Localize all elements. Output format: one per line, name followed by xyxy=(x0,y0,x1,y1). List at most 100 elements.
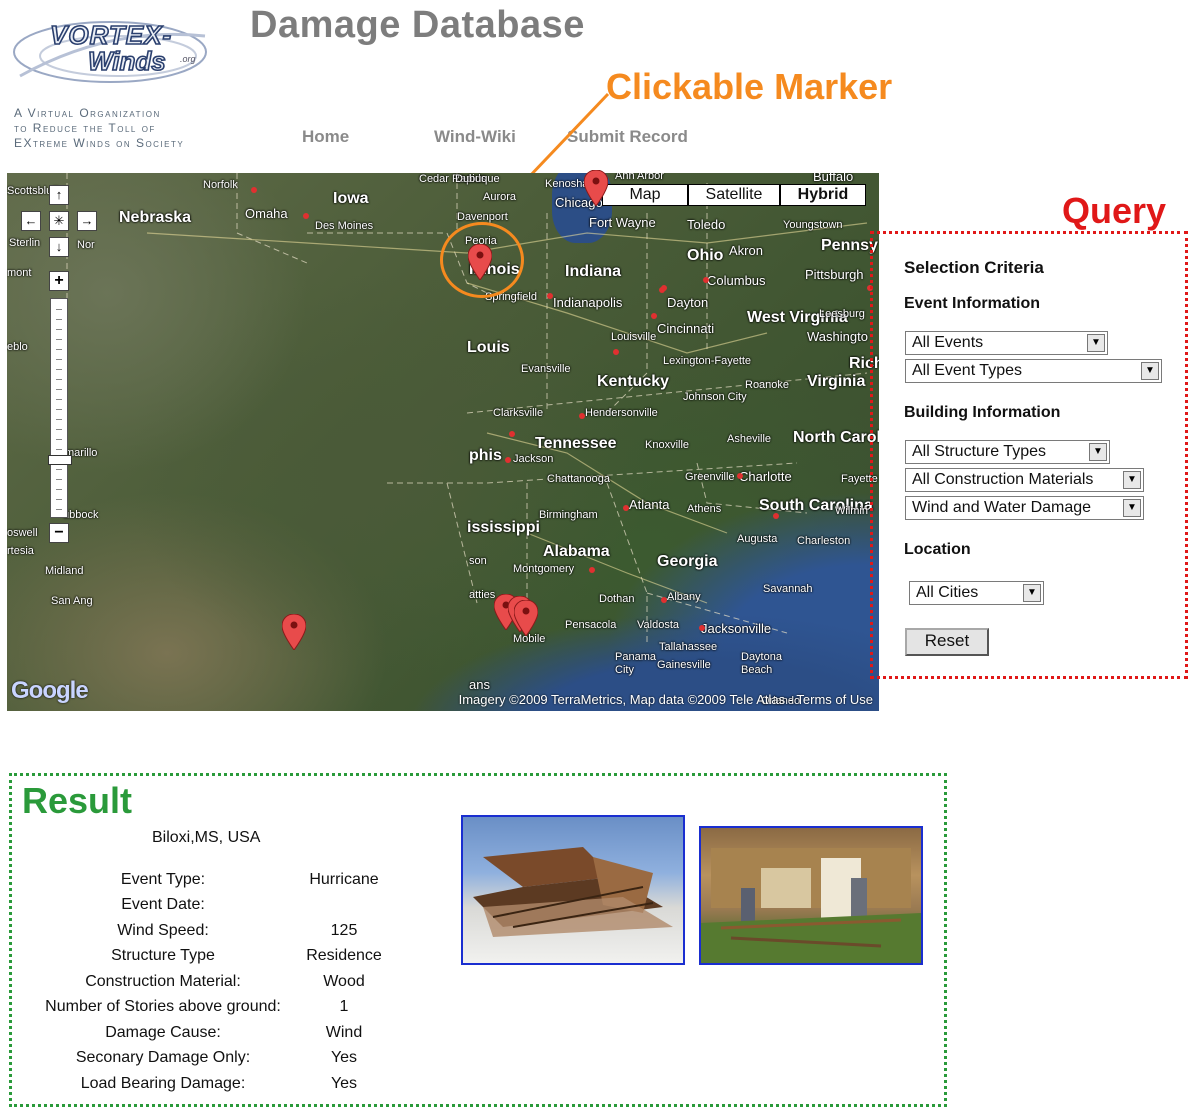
map-type-map-button[interactable]: Map xyxy=(602,184,688,206)
map-label: Indiana xyxy=(565,263,622,280)
result-value: Hurricane xyxy=(309,871,379,888)
map-label: Asheville xyxy=(727,433,772,445)
building-information-heading: Building Information xyxy=(904,404,1061,421)
event-type-select[interactable]: All Event Types ▼ xyxy=(905,359,1162,383)
map-label: Ohio xyxy=(687,247,724,264)
zoom-in-button[interactable]: + xyxy=(49,271,69,291)
page-title: Damage Database xyxy=(250,4,585,46)
map-label: ubbock xyxy=(63,509,99,521)
map-label: Charleston xyxy=(797,535,851,547)
result-label: Event Type: xyxy=(120,871,206,888)
city-dot xyxy=(661,597,667,603)
map-label: Ann Arbor xyxy=(615,173,664,182)
event-select[interactable]: All Events ▼ xyxy=(905,331,1108,355)
map-label: Pensacola xyxy=(565,619,617,631)
city-dot xyxy=(509,431,515,437)
map-label: Wilmin xyxy=(835,505,868,517)
reset-button[interactable]: Reset xyxy=(905,628,989,656)
chevron-down-icon: ▼ xyxy=(1123,471,1141,489)
map-type-satellite-button[interactable]: Satellite xyxy=(688,184,780,206)
zoom-slider[interactable] xyxy=(48,298,72,518)
result-label: Event Date: xyxy=(121,896,205,913)
map-marker-pin-icon[interactable] xyxy=(514,600,538,636)
map-label: oswell xyxy=(7,527,38,539)
pan-down-button[interactable]: ↓ xyxy=(49,237,69,257)
map-label: Washingto xyxy=(807,329,868,344)
tagline: A Virtual Organization to Reduce the Tol… xyxy=(14,106,214,151)
city-dot xyxy=(703,277,709,283)
city-dot xyxy=(589,567,595,573)
map-label: Buffalo xyxy=(813,173,854,184)
map-label: Lexington-Fayette xyxy=(663,355,752,367)
map-label: Tallahassee xyxy=(659,641,718,653)
map-type-hybrid-button[interactable]: Hybrid xyxy=(780,184,866,206)
event-type-select-value: All Event Types xyxy=(912,362,1022,379)
map-marker-pin-icon[interactable] xyxy=(282,614,306,650)
damage-type-select[interactable]: Wind and Water Damage ▼ xyxy=(905,496,1144,520)
map-label: Montgomery xyxy=(513,563,575,575)
pan-reset-button[interactable]: ✳ xyxy=(49,211,69,231)
map-marker-pin-icon[interactable] xyxy=(584,170,608,206)
pan-right-button[interactable]: → xyxy=(77,211,97,231)
city-select[interactable]: All Cities ▼ xyxy=(909,581,1044,605)
map-label: Clarksville xyxy=(493,407,544,419)
map-label: mont xyxy=(7,267,32,279)
result-label: Load Bearing Damage: xyxy=(80,1075,246,1092)
logo-word-winds: Winds xyxy=(87,45,166,77)
map-label: Athens xyxy=(687,503,722,515)
map-label: Daytona Beach xyxy=(741,651,782,676)
map-label: Toledo xyxy=(687,217,726,232)
damage-photo-exterior[interactable] xyxy=(461,815,685,965)
result-value: 125 xyxy=(330,922,358,939)
result-label: Construction Material: xyxy=(85,973,241,990)
result-label: Seconary Damage Only: xyxy=(75,1049,251,1066)
map-label: Atlanta xyxy=(629,497,670,512)
damaged-interior-photo-icon xyxy=(701,848,921,963)
nav-home-link[interactable]: Home xyxy=(302,127,349,147)
map-label: Greenville xyxy=(685,471,735,483)
construction-material-select[interactable]: All Construction Materials ▼ xyxy=(905,468,1144,492)
result-value: Residence xyxy=(306,947,382,964)
map-label: ississippi xyxy=(467,519,540,536)
structure-type-select-value: All Structure Types xyxy=(912,443,1046,460)
map-label: Savannah xyxy=(763,583,813,595)
result-value: Yes xyxy=(330,1075,358,1092)
city-dot xyxy=(661,285,667,291)
map-label: Louisville xyxy=(611,331,657,343)
zoom-slider-thumb[interactable] xyxy=(48,455,72,465)
pan-up-button[interactable]: ↑ xyxy=(49,185,69,205)
city-dot xyxy=(579,413,585,419)
map-label: eblo xyxy=(7,341,28,353)
result-value: 1 xyxy=(339,998,349,1015)
chevron-down-icon: ▼ xyxy=(1141,362,1159,380)
chevron-down-icon: ▼ xyxy=(1089,443,1107,461)
city-dot xyxy=(773,513,779,519)
result-value: Yes xyxy=(330,1049,358,1066)
pan-left-button[interactable]: ← xyxy=(21,211,41,231)
result-value: Wood xyxy=(323,973,365,990)
map-label: Orlando xyxy=(761,695,801,707)
map-label: Omaha xyxy=(245,206,288,221)
vortex-winds-logo[interactable]: VORTEX- Winds .org xyxy=(10,6,210,98)
result-label: Wind Speed: xyxy=(117,922,209,939)
marker-highlight-circle xyxy=(440,222,524,298)
city-dot xyxy=(303,213,309,219)
location-heading: Location xyxy=(904,541,971,558)
city-dot xyxy=(547,293,553,299)
map-label: Tennessee xyxy=(535,435,617,452)
result-label: Structure Type xyxy=(111,947,215,964)
map-label: Chattanooga xyxy=(547,473,610,485)
map-label: Sterlin xyxy=(9,237,41,249)
structure-type-select[interactable]: All Structure Types ▼ xyxy=(905,440,1110,464)
chevron-down-icon: ▼ xyxy=(1023,584,1041,602)
damage-photo-interior[interactable] xyxy=(699,826,923,965)
city-dot xyxy=(699,625,705,631)
result-annotation: Result xyxy=(22,780,133,821)
map-label: Virginia xyxy=(807,373,866,390)
city-dot xyxy=(651,313,657,319)
map-label: Kenosha xyxy=(545,178,589,190)
map-label: Nor xyxy=(77,239,95,251)
map-label: ans xyxy=(469,677,490,692)
zoom-out-button[interactable]: − xyxy=(49,523,69,543)
result-value: Wind xyxy=(325,1024,363,1041)
